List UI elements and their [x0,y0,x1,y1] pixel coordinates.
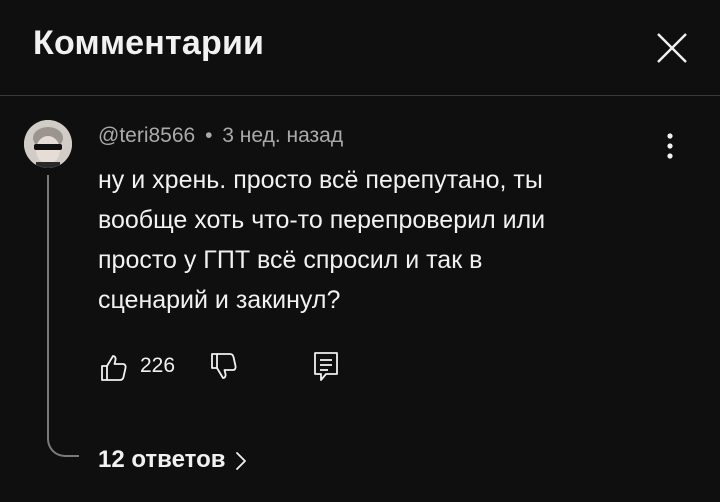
avatar-image [24,120,72,168]
thread-line [47,175,79,457]
close-icon [657,33,687,63]
comment-text: ну и хрень. просто всё перепутано, ты во… [98,166,546,314]
comments-header: Комментарии [0,0,720,96]
replies-button[interactable]: 12 ответов [98,446,248,474]
replies-label: 12 ответов [98,446,226,473]
more-vertical-icon [667,133,673,159]
thumbs-up-icon [101,355,127,381]
comments-panel: Комментарии @teri8566 • 3 нед. назад ну [0,0,720,502]
dislike-button[interactable] [208,350,244,386]
page-title: Комментарии [33,24,265,62]
close-button[interactable] [652,28,692,68]
reply-button[interactable] [310,350,346,386]
avatar[interactable] [24,120,72,168]
thumbs-down-icon [211,353,237,379]
reply-icon [314,352,338,381]
chevron-right-icon [235,451,246,470]
comment-time: 3 нед. назад [222,124,344,147]
meta-separator: • [205,124,213,147]
comment-author[interactable]: @teri8566 [98,124,195,147]
like-count: 226 [140,354,176,377]
more-options-button[interactable] [656,128,684,164]
comment-meta: @teri8566 • 3 нед. назад [98,124,343,148]
like-button[interactable]: 226 [98,350,188,386]
